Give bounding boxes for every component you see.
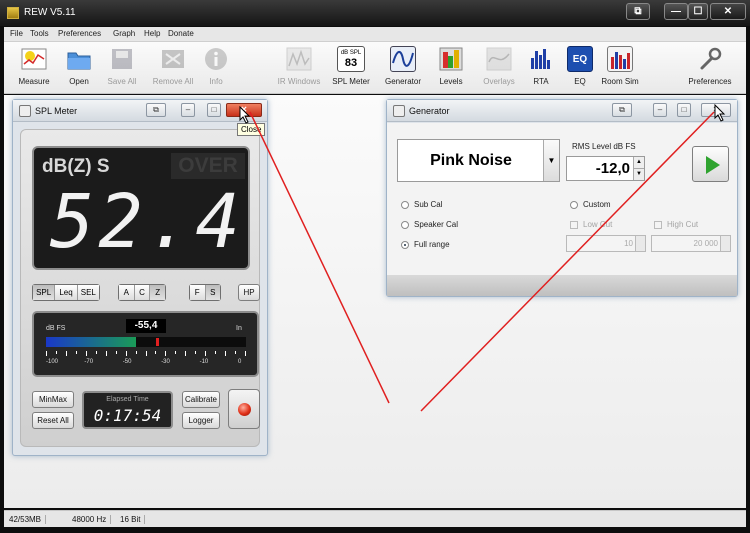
mouse-cursor-icon bbox=[714, 104, 726, 122]
arrow-to-generator-close bbox=[420, 111, 715, 412]
app-window: REW V5.11 ⧉ — ☐ ✕ File Tools Preferences… bbox=[0, 0, 750, 533]
mouse-cursor-icon bbox=[239, 106, 251, 124]
arrow-to-spl-close bbox=[249, 111, 390, 404]
annotation-arrows bbox=[249, 111, 715, 412]
